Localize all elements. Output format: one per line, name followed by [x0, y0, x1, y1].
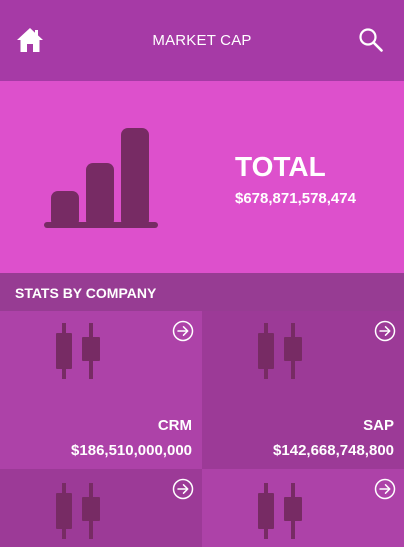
candlestick-icon [258, 483, 302, 539]
candlestick-icon [56, 323, 100, 379]
company-tile[interactable] [202, 469, 404, 547]
arrow-circle-icon[interactable] [374, 478, 396, 500]
search-button[interactable] [358, 27, 384, 53]
arrow-circle-icon[interactable] [172, 320, 194, 342]
company-tile-crm[interactable]: CRM $186,510,000,000 [0, 311, 202, 469]
company-market-cap: $186,510,000,000 [71, 442, 192, 459]
total-label: TOTAL [235, 151, 326, 182]
candlestick-icon [56, 483, 100, 539]
company-market-cap: $142,668,748,800 [273, 442, 394, 459]
total-summary-panel: TOTAL $678,871,578,474 [0, 81, 404, 273]
arrow-circle-icon[interactable] [172, 478, 194, 500]
company-name: SAP [363, 417, 394, 434]
home-icon [17, 28, 43, 52]
section-header: STATS BY COMPANY [0, 273, 404, 311]
app-screen: MARKET CAP TOTAL $678,871,578,474 STATS … [0, 0, 404, 547]
bar-chart-icon [44, 128, 158, 228]
arrow-circle-icon[interactable] [374, 320, 396, 342]
home-button[interactable] [16, 26, 44, 54]
company-name: CRM [157, 417, 192, 434]
section-title: STATS BY COMPANY [15, 285, 157, 301]
header-bar: MARKET CAP [0, 0, 404, 81]
total-value: $678,871,578,474 [235, 190, 356, 207]
candlestick-icon [258, 323, 302, 379]
search-icon [359, 28, 383, 52]
page-title: MARKET CAP [152, 32, 252, 49]
company-tile-sap[interactable]: SAP $142,668,748,800 [202, 311, 404, 469]
company-tile[interactable] [0, 469, 202, 547]
